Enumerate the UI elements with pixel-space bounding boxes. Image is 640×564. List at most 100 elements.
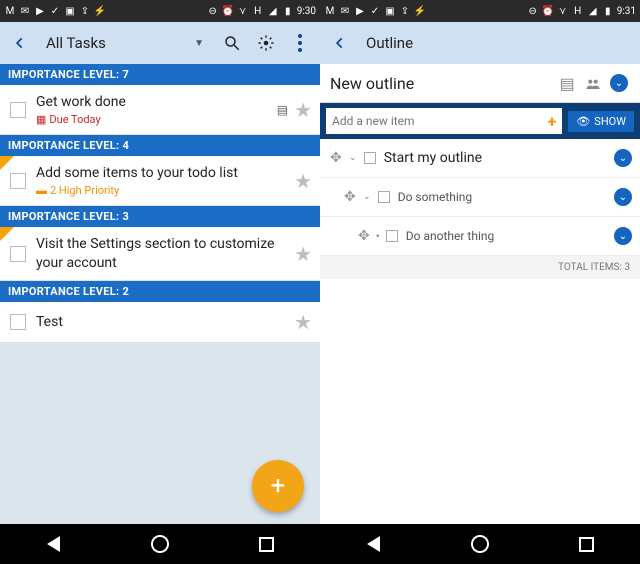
expand-icon[interactable]: ⌄	[362, 192, 372, 202]
outline-content: New outline ▤ ⌄ + 👁 SHOW ✥⌄Start my outl…	[320, 64, 640, 524]
task-row[interactable]: Add some items to your todo list▬2 High …	[0, 156, 320, 206]
search-button[interactable]	[218, 29, 246, 57]
flash-icon: ⚡	[414, 5, 426, 17]
play-icon: ▶	[354, 5, 366, 17]
importance-header: IMPORTANCE LEVEL: 7	[0, 64, 320, 85]
total-items-label: TOTAL ITEMS: 3	[320, 256, 640, 279]
network-label: H	[252, 5, 264, 17]
outline-title: New outline	[330, 74, 552, 93]
task-subtitle: ▦Due Today	[36, 113, 277, 126]
task-checkbox[interactable]	[10, 173, 26, 189]
battery-icon: ▮	[282, 5, 294, 17]
item-label: Do another thing	[406, 229, 614, 243]
add-item-input-wrapper[interactable]: +	[326, 108, 562, 134]
outline-items: ✥⌄Start my outline⌄✥⌄Do something⌄✥•Do a…	[320, 139, 640, 256]
eye-icon: 👁	[576, 115, 590, 128]
dnd-icon: ⊖	[207, 5, 219, 17]
star-button[interactable]: ★	[294, 169, 312, 193]
add-item-bar: + 👁 SHOW	[320, 103, 640, 139]
share-icon[interactable]	[582, 72, 604, 94]
expand-icon[interactable]: ⌄	[348, 153, 358, 163]
task-checkbox[interactable]	[10, 314, 26, 330]
dropdown-arrow-icon[interactable]: ▼	[194, 38, 204, 49]
add-plus-icon[interactable]: +	[548, 112, 557, 131]
nav-home-button[interactable]	[468, 532, 492, 556]
star-button[interactable]: ★	[294, 98, 312, 122]
back-button[interactable]	[6, 29, 34, 57]
task-title: Visit the Settings section to customize …	[36, 235, 294, 271]
importance-header: IMPORTANCE LEVEL: 4	[0, 135, 320, 156]
alarm-icon: ⏰	[542, 5, 554, 17]
task-checkbox[interactable]	[10, 102, 26, 118]
task-row[interactable]: Visit the Settings section to customize …	[0, 227, 320, 280]
drag-handle-icon[interactable]: ✥	[330, 150, 342, 166]
item-checkbox[interactable]	[378, 191, 390, 203]
nav-bar	[320, 524, 640, 564]
importance-header: IMPORTANCE LEVEL: 3	[0, 206, 320, 227]
drag-handle-icon[interactable]: ✥	[358, 228, 370, 244]
expand-toggle[interactable]: ⌄	[608, 72, 630, 94]
outline-item[interactable]: ✥⌄Do something⌄	[320, 178, 640, 217]
back-button[interactable]	[326, 29, 354, 57]
outline-item[interactable]: ✥ • Do another thing⌄	[320, 217, 640, 256]
wifi-icon: ⋎	[557, 5, 569, 17]
show-button[interactable]: 👁 SHOW	[568, 111, 634, 132]
item-label: Do something	[398, 190, 614, 204]
gmail-icon: ✉	[339, 5, 351, 17]
check-icon: ✓	[49, 5, 61, 17]
bullet-icon: •	[376, 229, 380, 243]
left-screenshot: M ✉ ▶ ✓ ▣ ⇪ ⚡ ⊖ ⏰ ⋎ H ◢ ▮ 9:30 All Tasks…	[0, 0, 320, 564]
task-list: IMPORTANCE LEVEL: 7 Get work done ▦Due Tod…	[0, 64, 320, 524]
nav-bar	[0, 524, 320, 564]
task-title: Add some items to your todo list	[36, 164, 294, 182]
nav-recent-button[interactable]	[575, 532, 599, 556]
signal-icon: ◢	[587, 5, 599, 17]
outline-header-row: New outline ▤ ⌄	[320, 64, 640, 103]
alarm-icon: ⏰	[222, 5, 234, 17]
item-menu-button[interactable]: ⌄	[614, 149, 632, 167]
settings-button[interactable]	[252, 29, 280, 57]
nav-recent-button[interactable]	[255, 532, 279, 556]
gmail-icon: ✉	[19, 5, 31, 17]
screen-title[interactable]: All Tasks	[40, 34, 188, 52]
app-bar: Outline	[320, 22, 640, 64]
outline-item[interactable]: ✥⌄Start my outline⌄	[320, 139, 640, 178]
upload-icon: ⇪	[79, 5, 91, 17]
mail-icon: M	[4, 5, 16, 17]
nav-home-button[interactable]	[148, 532, 172, 556]
upload-icon: ⇪	[399, 5, 411, 17]
play-icon: ▶	[34, 5, 46, 17]
calendar-icon: ▦	[36, 113, 46, 126]
wifi-icon: ⋎	[237, 5, 249, 17]
status-bar: M ✉ ▶ ✓ ▣ ⇪ ⚡ ⊖ ⏰ ⋎ H ◢ ▮ 9:30	[0, 0, 320, 22]
task-checkbox[interactable]	[10, 246, 26, 262]
item-checkbox[interactable]	[364, 152, 376, 164]
item-menu-button[interactable]: ⌄	[614, 188, 632, 206]
overflow-menu-button[interactable]	[286, 29, 314, 57]
add-task-fab[interactable]: +	[252, 460, 304, 512]
note-icon[interactable]: ▤	[277, 103, 288, 117]
notes-icon[interactable]: ▤	[556, 72, 578, 94]
task-title: Get work done	[36, 93, 277, 111]
add-item-input[interactable]	[332, 114, 548, 128]
flash-icon: ⚡	[94, 5, 106, 17]
clock: 9:31	[617, 6, 636, 17]
nav-back-button[interactable]	[41, 532, 65, 556]
mail-icon: M	[324, 5, 336, 17]
drag-handle-icon[interactable]: ✥	[344, 189, 356, 205]
nav-back-button[interactable]	[361, 532, 385, 556]
image-icon: ▣	[384, 5, 396, 17]
item-checkbox[interactable]	[386, 230, 398, 242]
task-row[interactable]: Test★	[0, 302, 320, 343]
task-row[interactable]: Get work done ▦Due Today▤ ★	[0, 85, 320, 135]
image-icon: ▣	[64, 5, 76, 17]
item-menu-button[interactable]: ⌄	[614, 227, 632, 245]
star-button[interactable]: ★	[294, 310, 312, 334]
network-label: H	[572, 5, 584, 17]
screen-title: Outline	[360, 34, 634, 52]
star-button[interactable]: ★	[294, 242, 312, 266]
task-title: Test	[36, 313, 294, 331]
clock: 9:30	[297, 6, 316, 17]
right-screenshot: M ✉ ▶ ✓ ▣ ⇪ ⚡ ⊖ ⏰ ⋎ H ◢ ▮ 9:31 Outline N…	[320, 0, 640, 564]
app-bar: All Tasks ▼	[0, 22, 320, 64]
